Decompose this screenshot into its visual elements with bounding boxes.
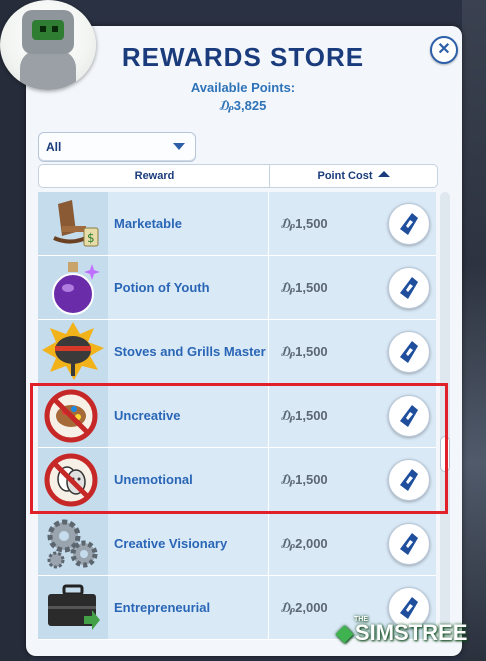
column-header-reward[interactable]: Reward <box>38 164 271 188</box>
list-scrollbar[interactable] <box>440 192 450 642</box>
reward-name: Uncreative <box>114 408 181 423</box>
reward-name: Potion of Youth <box>114 280 210 295</box>
reward-name: Unemotional <box>114 472 193 487</box>
plumbob-logo-icon: ◆ <box>336 620 353 645</box>
column-cost-label: Point Cost <box>317 170 373 182</box>
reward-name: Marketable <box>114 216 182 231</box>
reward-row[interactable]: Unemotional ₯1,500 <box>38 448 436 512</box>
reward-name: Stoves and Grills Master <box>114 344 266 359</box>
reward-row[interactable]: Creative Visionary ₯2,000 <box>38 512 436 576</box>
watermark-logo: THE ◆SIMSTREE <box>336 616 468 645</box>
filter-selected-value: All <box>46 140 62 154</box>
briefcase-icon <box>38 576 108 639</box>
potion-icon <box>38 256 108 319</box>
purchase-button[interactable] <box>388 203 430 245</box>
reward-cost: ₯2,000 <box>281 600 328 615</box>
scrollbar-thumb[interactable] <box>440 436 450 472</box>
no-theater-masks-icon <box>38 448 108 511</box>
sim-avatar <box>0 0 96 90</box>
reward-cost: ₯2,000 <box>281 536 328 551</box>
rocking-chair-money-icon: $ <box>38 192 108 255</box>
reward-cost: ₯1,500 <box>281 280 328 295</box>
svg-text:$: $ <box>87 231 95 245</box>
plumbob-icon <box>400 341 418 363</box>
purchase-button[interactable] <box>388 523 430 565</box>
category-filter-dropdown[interactable]: All <box>38 132 196 162</box>
plumbob-icon <box>400 213 418 235</box>
plumbob-icon <box>400 405 418 427</box>
reward-row[interactable]: Potion of Youth ₯1,500 <box>38 256 436 320</box>
reward-row[interactable]: $ Marketable ₯1,500 <box>38 192 436 256</box>
plumbob-icon <box>400 277 418 299</box>
plumbob-icon <box>400 597 418 619</box>
column-header-point-cost[interactable]: Point Cost <box>269 164 438 188</box>
purchase-button[interactable] <box>388 267 430 309</box>
reward-name: Creative Visionary <box>114 536 228 551</box>
reward-name: Entrepreneurial <box>114 600 211 615</box>
reward-cost: ₯1,500 <box>281 216 328 231</box>
chevron-down-icon <box>173 143 185 150</box>
purchase-button[interactable] <box>388 331 430 373</box>
purchase-button[interactable] <box>388 459 430 501</box>
purchase-button[interactable] <box>388 395 430 437</box>
column-reward-label: Reward <box>134 170 175 182</box>
reward-cost: ₯1,500 <box>281 408 328 423</box>
no-paint-palette-icon <box>38 384 108 447</box>
watermark-text: SIMSTREE <box>354 620 468 645</box>
gears-icon <box>38 512 108 575</box>
reward-row[interactable]: Stoves and Grills Master ₯1,500 <box>38 320 436 384</box>
reward-row[interactable]: Uncreative ₯1,500 <box>38 384 436 448</box>
close-icon: ✕ <box>437 41 451 58</box>
plumbob-icon <box>400 533 418 555</box>
rewards-list: $ Marketable ₯1,500 Potion of Youth ₯1,5… <box>38 192 436 642</box>
available-points-value: ₯3,825 <box>219 98 267 113</box>
sort-ascending-icon <box>377 171 390 177</box>
reward-cost: ₯1,500 <box>281 344 328 359</box>
close-button[interactable]: ✕ <box>430 36 458 64</box>
plumbob-icon <box>400 469 418 491</box>
grill-icon <box>38 320 108 383</box>
reward-cost: ₯1,500 <box>281 472 328 487</box>
